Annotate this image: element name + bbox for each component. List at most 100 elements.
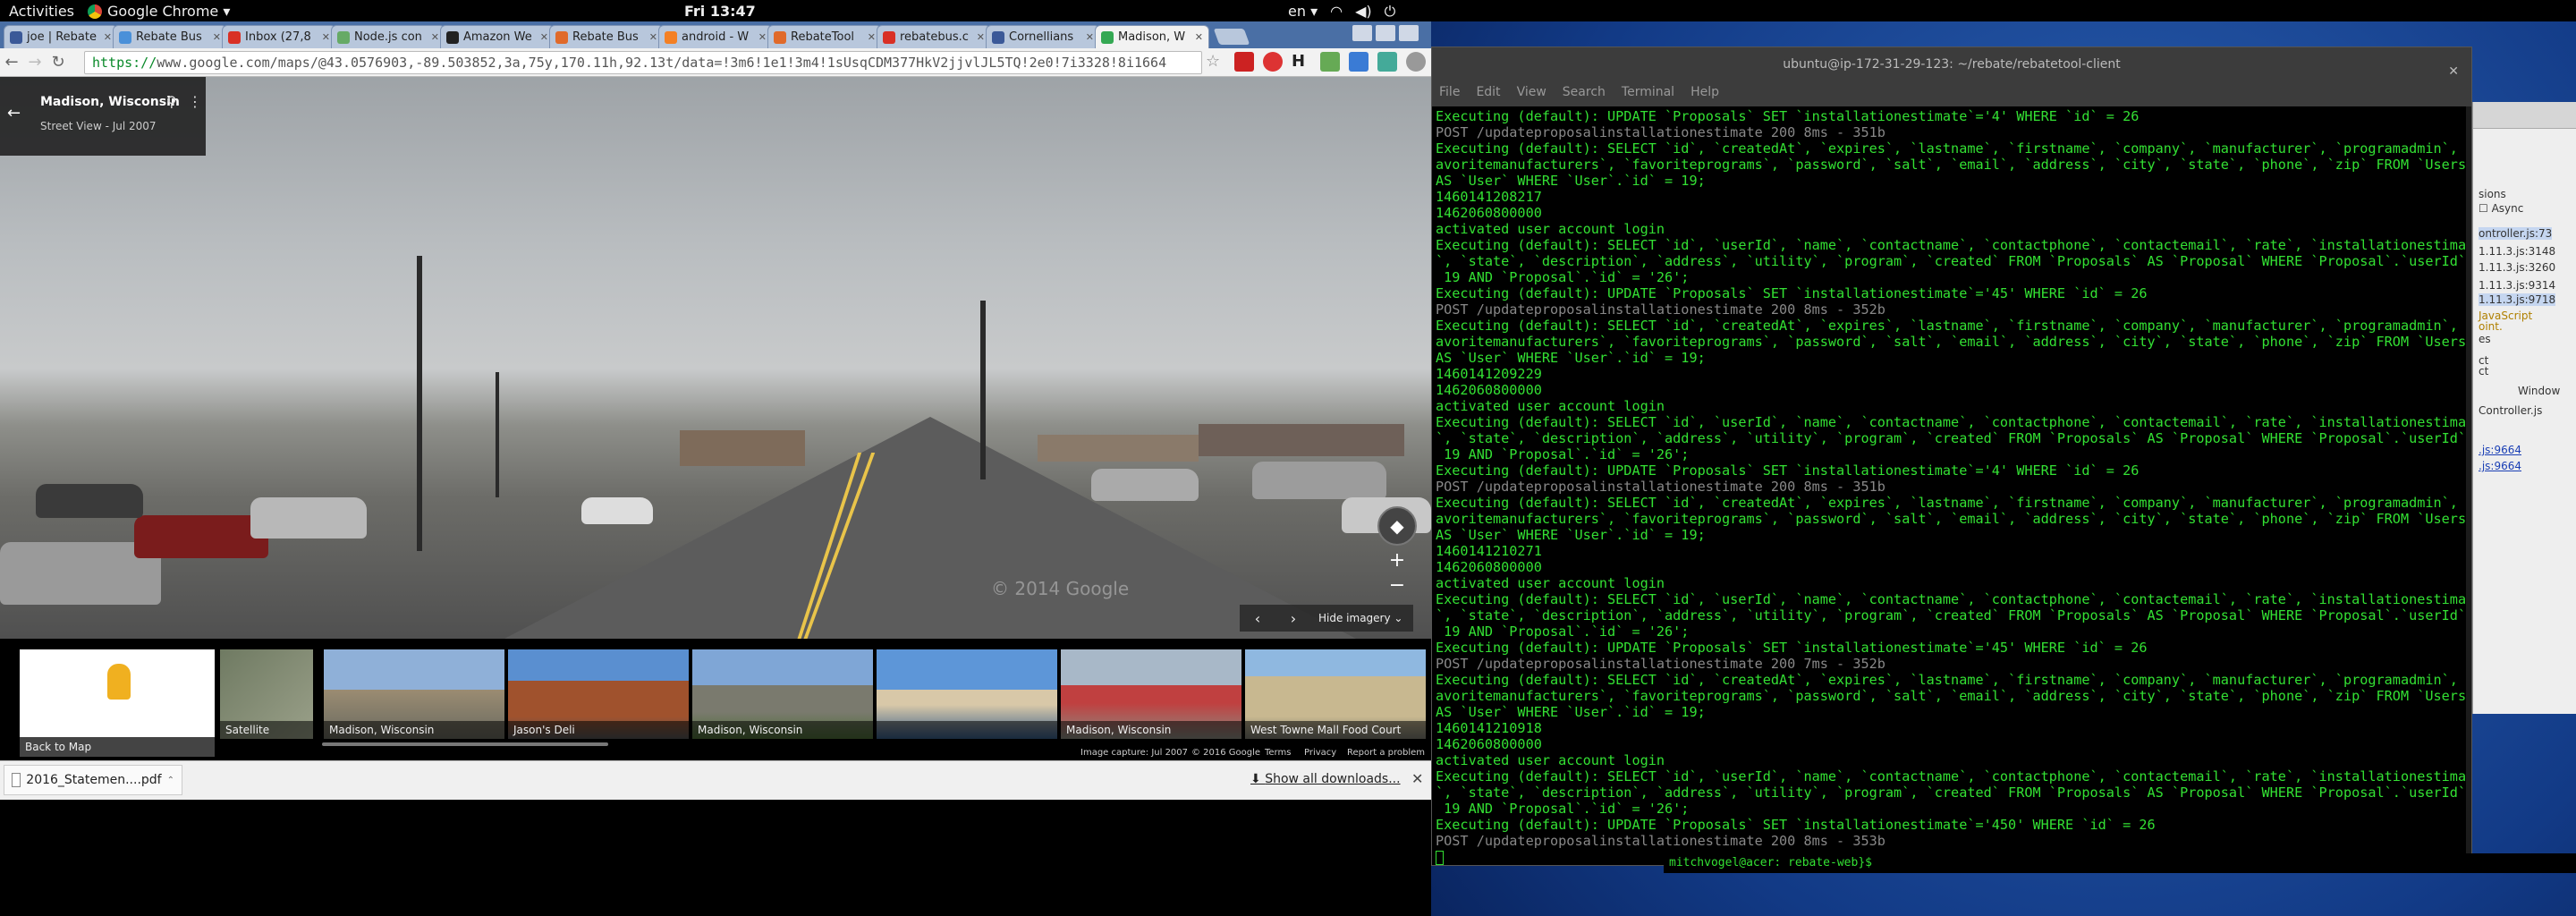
reload-icon[interactable]: ↻ <box>47 53 70 72</box>
thumbnail-caption: Satellite <box>220 721 313 739</box>
terminal-line: POST /updateproposalinstallationestimate… <box>1436 833 1885 849</box>
imagery-thumbnail[interactable] <box>877 649 1057 739</box>
tab-label: joe | Rebate <box>27 30 97 44</box>
app-menu-label: Google Chrome ▾ <box>107 3 231 20</box>
back-to-map-card[interactable]: Back to Map <box>20 649 215 757</box>
prev-imagery-icon[interactable]: ‹ <box>1240 610 1275 627</box>
download-item[interactable]: 2016_Statemen....pdf ⌃ <box>4 765 182 795</box>
opera-icon[interactable] <box>1263 52 1283 72</box>
close-tab-icon[interactable]: ✕ <box>213 31 221 43</box>
system-tray[interactable]: en ▾ ◠ ◀) ⏻ <box>1288 3 1395 21</box>
bookmark-star-icon[interactable]: ☆ <box>1206 52 1225 72</box>
hide-imagery-button[interactable]: Hide imagery ⌄ <box>1318 612 1402 624</box>
browser-tab[interactable]: android - W ✕ <box>658 25 773 48</box>
terms-link[interactable]: Terms <box>1265 748 1291 758</box>
devtools-text: 1.11.3.js:3260 <box>2479 261 2556 274</box>
close-window-button[interactable] <box>1399 25 1419 41</box>
devtools-text[interactable]: .js:9664 <box>2479 444 2521 456</box>
terminal-line: Executing (default): UPDATE `Proposals` … <box>1436 817 2156 833</box>
browser-tab[interactable]: Cornellians ✕ <box>986 25 1100 48</box>
imagery-thumbnail[interactable]: Madison, Wisconsin <box>1061 649 1241 739</box>
thumbnail-caption: Madison, Wisconsin <box>324 721 504 739</box>
close-tab-icon[interactable]: ✕ <box>540 31 548 43</box>
app-menu[interactable]: Google Chrome ▾ <box>88 3 230 20</box>
terminal-line: Executing (default): UPDATE `Proposals` … <box>1436 108 2140 124</box>
back-arrow-icon[interactable]: ← <box>0 53 23 72</box>
thumbnail-caption: Jason's Deli <box>508 721 689 739</box>
terminal-output[interactable]: Executing (default): UPDATE `Proposals` … <box>1432 106 2466 865</box>
imagery-thumbnail[interactable]: Satellite <box>220 649 313 739</box>
settings-icon[interactable] <box>1406 52 1426 72</box>
terminal-line: Executing (default): SELECT `id`, `userI… <box>1436 414 2466 430</box>
close-tab-icon[interactable]: ✕ <box>649 31 657 43</box>
terminal-menu-item[interactable]: File <box>1439 85 1460 103</box>
terminal-menu-item[interactable]: Terminal <box>1622 85 1674 103</box>
close-tab-icon[interactable]: ✕ <box>1195 31 1203 43</box>
tab-favicon-icon <box>10 30 22 44</box>
zoom-out-button[interactable]: − <box>1385 574 1410 597</box>
devtools-text[interactable]: Controller.js <box>2479 404 2542 417</box>
close-tab-icon[interactable]: ✕ <box>868 31 876 43</box>
imagery-thumbnail[interactable]: Jason's Deli <box>508 649 689 739</box>
new-tab-button[interactable] <box>1213 29 1250 45</box>
activities-button[interactable]: Activities <box>9 3 74 20</box>
close-tab-icon[interactable]: ✕ <box>322 31 330 43</box>
close-tab-icon[interactable]: ✕ <box>1086 31 1094 43</box>
close-icon[interactable]: ✕ <box>2448 55 2459 89</box>
terminal-line: POST /updateproposalinstallationestimate… <box>1436 656 1885 672</box>
report-problem-link[interactable]: Report a problem <box>1347 748 1425 758</box>
clock[interactable]: Fri 13:47 <box>684 3 756 20</box>
more-options-icon[interactable]: ⋮ <box>188 93 202 110</box>
close-tab-icon[interactable]: ✕ <box>977 31 985 43</box>
imagery-thumbnail[interactable]: West Towne Mall Food Court <box>1245 649 1426 739</box>
language-indicator[interactable]: en ▾ <box>1288 3 1318 21</box>
street-view-canvas[interactable]: © 2014 Google ← Madison, Wisconsin Stree… <box>0 77 1431 639</box>
browser-tab[interactable]: Madison, W ✕ <box>1095 25 1209 48</box>
strip-scrollbar[interactable] <box>322 742 608 746</box>
terminal-menu-item[interactable]: Search <box>1563 85 1606 103</box>
extension-icon[interactable] <box>1377 52 1397 72</box>
location-pin-icon[interactable]: ⚲ <box>166 93 177 110</box>
browser-tab[interactable]: rebatebus.c ✕ <box>877 25 991 48</box>
terminal-line: 19 AND `Proposal`.`id` = '26'; <box>1436 446 1690 462</box>
close-tab-icon[interactable]: ✕ <box>758 31 767 43</box>
zoom-in-button[interactable]: + <box>1385 549 1410 572</box>
close-tab-icon[interactable]: ✕ <box>104 31 112 43</box>
terminal-menu-item[interactable]: Edit <box>1476 85 1500 103</box>
tab-favicon-icon <box>774 30 786 44</box>
extension-icon[interactable] <box>1320 52 1340 72</box>
close-tab-icon[interactable]: ✕ <box>431 31 439 43</box>
devtools-text[interactable]: .js:9664 <box>2479 460 2521 472</box>
devtools-text: 1.11.3.js:9718 <box>2479 293 2556 306</box>
close-icon[interactable]: ✕ <box>1411 770 1423 787</box>
terminal-menu-item[interactable]: View <box>1517 85 1546 103</box>
compass-icon[interactable]: ◆ <box>1377 506 1417 546</box>
copyright: © 2016 Google <box>1191 748 1261 758</box>
async-checkbox[interactable]: ☐ Async <box>2479 202 2523 215</box>
browser-tab[interactable]: RebateTool ✕ <box>767 25 882 48</box>
maximize-button[interactable] <box>1376 25 1395 41</box>
browser-tab[interactable]: Amazon We ✕ <box>440 25 555 48</box>
terminal-line: avoritemanufacturers`, `favoriteprograms… <box>1436 511 2466 527</box>
address-bar[interactable]: https://www.google.com/maps/@43.0576903,… <box>84 51 1202 74</box>
forward-arrow-icon[interactable]: → <box>23 53 47 72</box>
tab-label: Madison, W <box>1118 30 1186 44</box>
extension-icon[interactable] <box>1349 52 1368 72</box>
browser-tab[interactable]: joe | Rebate ✕ <box>4 25 118 48</box>
extension-icon[interactable] <box>1234 52 1254 72</box>
imagery-thumbnail[interactable]: Madison, Wisconsin <box>692 649 873 739</box>
terminal-menu-item[interactable]: Help <box>1690 85 1719 103</box>
chevron-up-icon[interactable]: ⌃ <box>167 776 174 785</box>
minimize-button[interactable] <box>1352 25 1372 41</box>
show-all-downloads-link[interactable]: ⬇ Show all downloads... <box>1250 772 1401 786</box>
browser-tab[interactable]: Node.js con ✕ <box>331 25 445 48</box>
imagery-thumbnail[interactable]: Madison, Wisconsin <box>324 649 504 739</box>
h-extension-icon[interactable]: H <box>1292 52 1311 72</box>
next-imagery-icon[interactable]: › <box>1275 610 1311 627</box>
privacy-link[interactable]: Privacy <box>1304 748 1336 758</box>
back-arrow-icon[interactable]: ← <box>7 104 21 123</box>
background-terminal-prompt[interactable]: mitchvogel@acer: rebate-web}$ <box>1664 853 2576 873</box>
browser-tab[interactable]: Rebate Bus ✕ <box>113 25 227 48</box>
browser-tab[interactable]: Rebate Bus ✕ <box>549 25 664 48</box>
browser-tab[interactable]: Inbox (27,8 ✕ <box>222 25 336 48</box>
